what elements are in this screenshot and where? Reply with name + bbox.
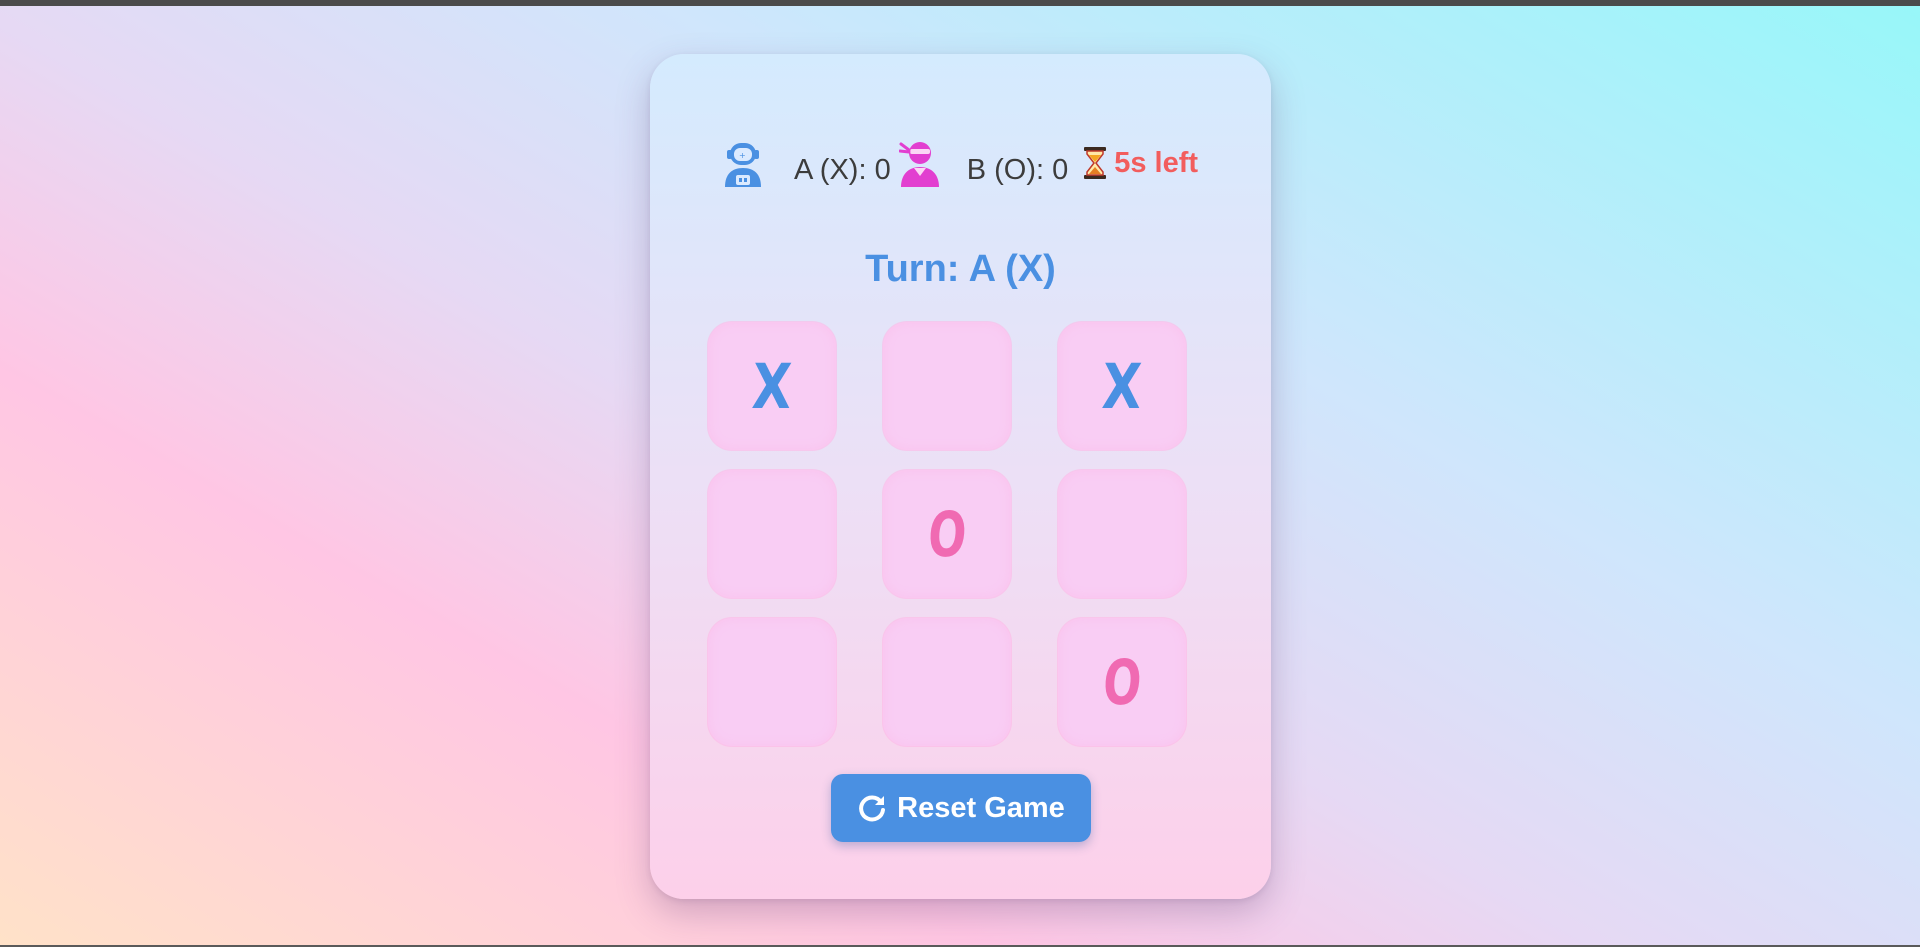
cell-mark: O	[1100, 645, 1144, 719]
game-board: X X O O	[708, 322, 1196, 798]
scoreboard: + A (X): 0 B (O): 0 5s left	[722, 136, 1202, 192]
turn-indicator: Turn: A (X)	[865, 248, 1056, 290]
turn-timer: 5s left	[1082, 146, 1198, 180]
board-cell-3[interactable]: X	[1058, 322, 1186, 450]
player-b-score-label: B (O): 0	[966, 153, 1069, 186]
refresh-icon	[857, 793, 887, 823]
svg-text:+: +	[739, 151, 746, 160]
window-top-bar	[0, 0, 1920, 6]
cell-mark: X	[1100, 349, 1144, 423]
player-a-score: + A (X): 0	[722, 140, 891, 188]
board-cell-9[interactable]: O	[1058, 618, 1186, 746]
board-cell-6[interactable]	[1058, 470, 1186, 598]
cell-mark: X	[750, 349, 794, 423]
board-cell-4[interactable]	[708, 470, 836, 598]
reset-game-label: Reset Game	[897, 791, 1065, 824]
player-b-score: B (O): 0	[898, 140, 1069, 188]
reset-game-button[interactable]: Reset Game	[831, 774, 1091, 842]
board-cell-7[interactable]	[708, 618, 836, 746]
player-a-score-label: A (X): 0	[794, 153, 891, 186]
board-cell-5[interactable]: O	[883, 470, 1011, 598]
hourglass-icon	[1082, 146, 1108, 180]
board-cell-8[interactable]	[883, 618, 1011, 746]
ninja-icon	[898, 140, 941, 188]
board-cell-1[interactable]: X	[708, 322, 836, 450]
game-card: + A (X): 0 B (O): 0 5s left Turn: A (X) …	[650, 54, 1271, 899]
timer-label: 5s left	[1114, 146, 1199, 179]
cell-mark: O	[925, 497, 969, 571]
board-cell-2[interactable]	[883, 322, 1011, 450]
astronaut-icon: +	[722, 140, 764, 188]
